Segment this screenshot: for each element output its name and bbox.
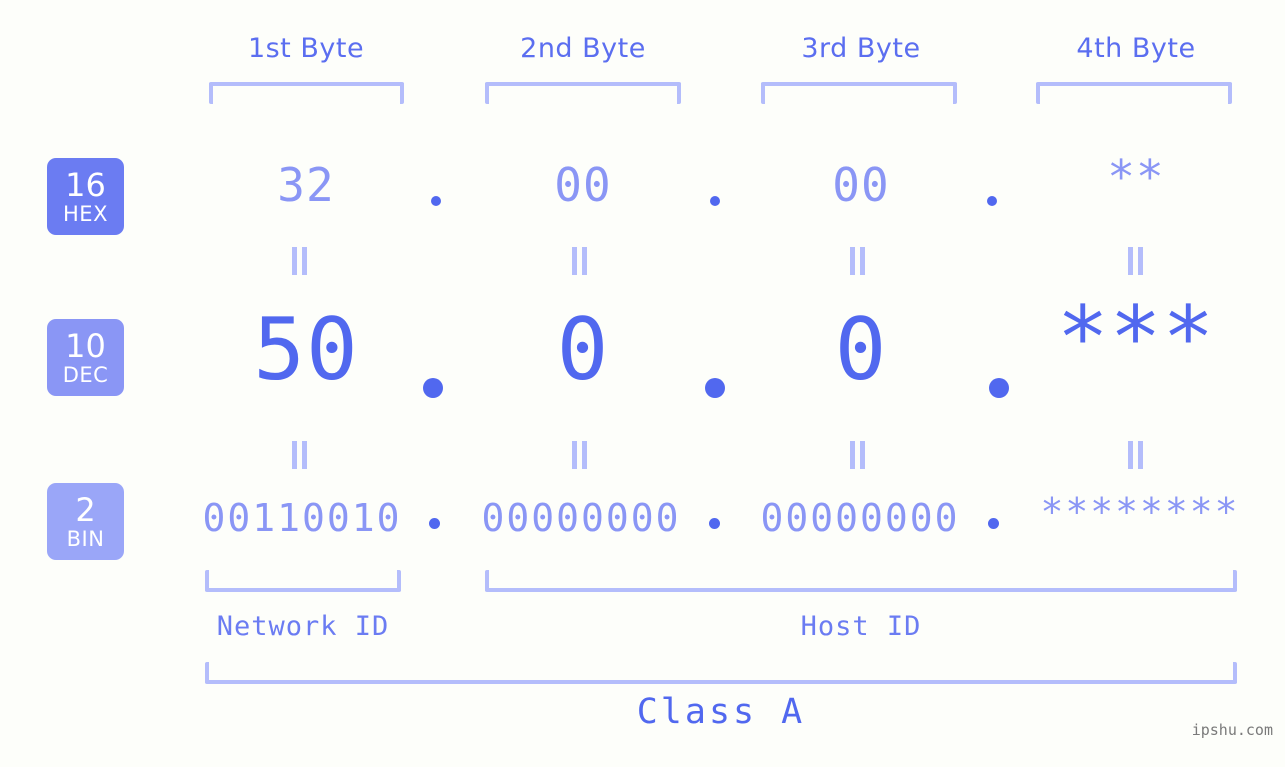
bin-byte-3: 00000000 [760, 496, 960, 540]
dec-byte-3: 0 [834, 300, 888, 400]
base-badge-dec-name: DEC [62, 362, 109, 387]
equals-mark-hexdec-1 [291, 247, 309, 275]
bin-separator-2 [709, 518, 720, 529]
hex-separator-2 [710, 196, 720, 206]
dec-byte-1: 50 [253, 300, 359, 400]
base-badge-dec: 10 DEC [47, 319, 124, 396]
dec-byte-4: *** [1056, 288, 1216, 388]
equals-mark-hexdec-4 [1127, 247, 1145, 275]
hex-byte-1: 32 [277, 158, 335, 212]
byte-header-4: 4th Byte [1076, 33, 1196, 64]
byte-header-1: 1st Byte [247, 33, 365, 64]
equals-mark-decbin-1 [291, 441, 309, 469]
byte-header-2: 2nd Byte [520, 33, 646, 64]
dec-separator-2 [705, 378, 725, 398]
host-id-label: Host ID [800, 611, 922, 642]
class-bracket [205, 662, 1237, 684]
base-badge-hex: 16 HEX [47, 158, 124, 235]
host-id-bracket [485, 570, 1237, 592]
byte-bracket-4 [1036, 82, 1232, 104]
base-badge-dec-number: 10 [65, 326, 106, 365]
base-badge-bin: 2 BIN [47, 483, 124, 560]
hex-byte-4: ** [1107, 150, 1165, 204]
equals-mark-decbin-2 [571, 441, 589, 469]
bin-byte-2: 00000000 [481, 496, 681, 540]
class-label: Class A [636, 692, 806, 732]
hex-byte-3: 00 [832, 158, 890, 212]
equals-mark-decbin-4 [1127, 441, 1145, 469]
bin-separator-1 [429, 518, 440, 529]
network-id-bracket [205, 570, 401, 592]
equals-mark-hexdec-2 [571, 247, 589, 275]
hex-separator-1 [431, 196, 441, 206]
base-badge-hex-number: 16 [65, 165, 106, 204]
equals-mark-hexdec-3 [849, 247, 867, 275]
byte-bracket-3 [761, 82, 957, 104]
dec-byte-2: 0 [556, 300, 610, 400]
byte-header-3: 3rd Byte [801, 33, 921, 64]
hex-byte-2: 00 [554, 158, 612, 212]
bin-byte-1: 00110010 [202, 496, 402, 540]
site-watermark: ipshu.com [1191, 721, 1273, 739]
network-id-label: Network ID [216, 611, 390, 642]
bin-separator-3 [988, 518, 999, 529]
equals-mark-decbin-3 [849, 441, 867, 469]
dec-separator-1 [423, 378, 443, 398]
base-badge-bin-name: BIN [66, 526, 105, 551]
hex-separator-3 [987, 196, 997, 206]
byte-bracket-1 [209, 82, 404, 104]
base-badge-bin-number: 2 [75, 490, 96, 529]
base-badge-hex-name: HEX [63, 201, 108, 226]
byte-bracket-2 [485, 82, 681, 104]
bin-byte-4: ******** [1040, 490, 1240, 534]
dec-separator-3 [989, 378, 1009, 398]
ip-byte-diagram: 1st Byte 2nd Byte 3rd Byte 4th Byte 16 H… [0, 0, 1285, 767]
